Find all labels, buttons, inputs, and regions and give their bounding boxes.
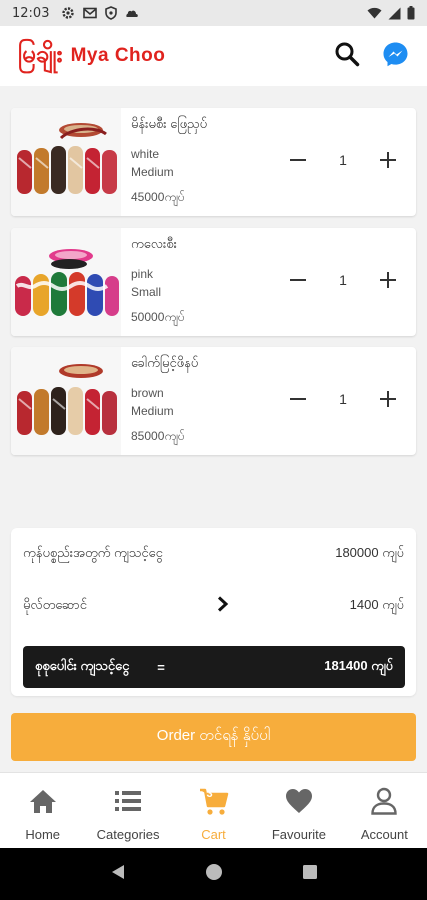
nav-item-home[interactable]: Home — [0, 773, 85, 848]
increase-button[interactable] — [374, 146, 402, 174]
quantity-stepper: 1 — [284, 385, 402, 413]
plus-icon — [380, 391, 396, 407]
recents-button[interactable] — [302, 864, 318, 884]
circle-icon — [206, 864, 223, 880]
decrease-button[interactable] — [284, 385, 312, 413]
total-bar: စုစုပေါင်း ကျသင့်ငွေ = 181400 ကျပ် — [23, 646, 405, 688]
minus-icon — [290, 398, 306, 400]
total-equals: = — [157, 659, 165, 675]
nav-item-favourite[interactable]: Favourite — [256, 773, 341, 848]
nav-item-categories[interactable]: Categories — [85, 773, 170, 848]
nav-label: Favourite — [271, 827, 327, 842]
mail-icon — [83, 7, 98, 19]
home-icon — [28, 785, 58, 817]
cart-item[interactable]: ကလေးစီး pink Small 50000ကျပ် 1 — [11, 228, 416, 336]
messenger-icon — [383, 42, 408, 66]
place-order-button[interactable]: Order တင်ရန် နှိပ်ပါ — [11, 713, 416, 761]
product-name: ခေါက်မြင့်ဖိနပ် — [131, 355, 199, 370]
total-label: စုစုပေါင်း ကျသင့်ငွေ — [35, 657, 130, 673]
square-icon — [302, 865, 317, 879]
product-price: 45000ကျပ် — [131, 190, 185, 204]
home-system-button[interactable] — [205, 863, 223, 885]
app-bar: မြချိုး Mya Choo — [0, 26, 427, 86]
delivery-label: မိုလ်တဆောင် — [23, 596, 87, 612]
quantity-stepper: 1 — [284, 266, 402, 294]
status-bar: 12:03 — [0, 0, 427, 26]
quantity-value: 1 — [339, 391, 347, 407]
system-nav-bar — [0, 848, 427, 900]
decrease-button[interactable] — [284, 266, 312, 294]
chevron-right-icon[interactable] — [216, 596, 230, 617]
bottom-nav: Home Categories 3 Cart Favourite Account — [0, 772, 427, 848]
heart-icon — [284, 785, 314, 817]
nav-label: Home — [25, 827, 61, 842]
cart-icon: 3 — [198, 785, 230, 817]
delivery-row[interactable]: မိုလ်တဆောင် 1400 ကျပ် — [23, 580, 404, 632]
wifi-icon — [367, 7, 382, 19]
decrease-button[interactable] — [284, 146, 312, 174]
nav-label: Cart — [201, 827, 226, 842]
signal-icon — [388, 7, 401, 19]
product-name: မိန်းမစီး ဖြေညှပ် — [131, 116, 208, 131]
brand-logo: မြချိုး Mya Choo — [18, 38, 165, 74]
cart-item[interactable]: မိန်းမစီး ဖြေညှပ် white Medium 45000ကျပ်… — [11, 108, 416, 216]
quantity-value: 1 — [339, 272, 347, 288]
cloud-icon — [126, 10, 139, 17]
messenger-button[interactable] — [382, 41, 409, 72]
minus-icon — [290, 279, 306, 281]
increase-button[interactable] — [374, 266, 402, 294]
delivery-amount: 1400 ကျပ် — [349, 596, 404, 612]
product-image — [11, 347, 121, 455]
nav-label: Categories — [96, 827, 160, 842]
quantity-value: 1 — [339, 152, 347, 168]
order-summary: ကုန်ပစ္စည်းအတွက် ကျသင့်ငွေ 180000 ကျပ် မ… — [11, 528, 416, 696]
nav-item-cart[interactable]: 3 Cart — [171, 773, 256, 848]
shield-icon — [105, 6, 118, 20]
back-button[interactable] — [109, 863, 127, 885]
person-icon — [370, 785, 398, 817]
status-time: 12:03 — [12, 5, 50, 21]
battery-icon — [407, 6, 415, 20]
plus-icon — [380, 272, 396, 288]
total-amount: 181400 ကျပ် — [324, 657, 393, 673]
plus-icon — [380, 152, 396, 168]
nav-label: Account — [360, 827, 408, 842]
cart-item[interactable]: ခေါက်မြင့်ဖိနပ် brown Medium 85000ကျပ် 1 — [11, 347, 416, 455]
product-image — [11, 228, 121, 336]
increase-button[interactable] — [374, 385, 402, 413]
search-button[interactable] — [334, 41, 360, 71]
nav-item-account[interactable]: Account — [342, 773, 427, 848]
product-image — [11, 108, 121, 216]
subtotal-label: ကုန်ပစ္စည်းအတွက် ကျသင့်ငွေ — [23, 544, 163, 560]
minus-icon — [290, 159, 306, 161]
product-price: 85000ကျပ် — [131, 429, 185, 443]
brand-burmese: မြချိုး — [18, 39, 63, 68]
product-name: ကလေးစီး — [131, 236, 177, 251]
subtotal-row: ကုန်ပစ္စည်းအတွက် ကျသင့်ငွေ 180000 ကျပ် — [23, 528, 404, 580]
list-icon — [113, 785, 143, 817]
subtotal-amount: 180000 ကျပ် — [335, 544, 404, 560]
quantity-stepper: 1 — [284, 146, 402, 174]
product-price: 50000ကျပ် — [131, 310, 185, 324]
brand-english: Mya Choo — [70, 45, 166, 66]
back-icon — [112, 865, 125, 879]
settings-icon — [62, 7, 75, 19]
search-icon — [335, 42, 360, 67]
cart-badge: 3 — [206, 788, 213, 800]
